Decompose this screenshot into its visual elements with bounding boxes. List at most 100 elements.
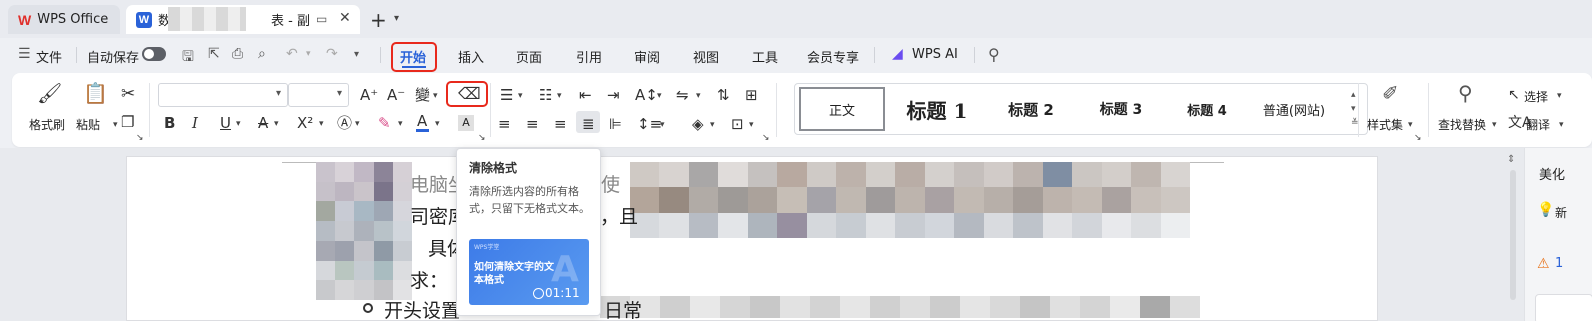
- panel-card[interactable]: [1535, 294, 1592, 321]
- text-effect-dropdown-icon[interactable]: ▾: [355, 119, 360, 129]
- character-shading-icon[interactable]: A: [458, 115, 474, 131]
- style-heading-2[interactable]: 标题 2: [987, 84, 1075, 134]
- tab-wps-home[interactable]: W WPS Office: [8, 5, 120, 34]
- shading-dropdown-icon[interactable]: ▾: [710, 120, 715, 130]
- menu-file[interactable]: 文件: [36, 47, 62, 66]
- increase-font-icon[interactable]: A⁺: [360, 87, 378, 103]
- style-web-normal[interactable]: 普通(网站): [1251, 84, 1337, 134]
- decrease-font-icon[interactable]: A⁻: [387, 87, 405, 103]
- font-launcher-icon[interactable]: ↘: [478, 133, 486, 143]
- bold-icon[interactable]: B: [164, 115, 175, 131]
- window-icon[interactable]: ▭: [316, 12, 327, 26]
- paste-dropdown-icon[interactable]: ▾: [113, 120, 118, 130]
- styles-launcher-icon[interactable]: ↘: [1414, 133, 1422, 143]
- decrease-indent-icon[interactable]: ⇤: [579, 87, 592, 103]
- style-scroll-up-icon[interactable]: ▴: [1351, 90, 1356, 100]
- find-replace-icon[interactable]: ⚲: [1458, 83, 1473, 103]
- shading-icon[interactable]: ◈: [692, 116, 704, 132]
- align-right-icon[interactable]: ≡: [554, 116, 567, 132]
- tab-reference[interactable]: 引用: [576, 47, 602, 66]
- format-painter-icon[interactable]: 🖌: [37, 83, 62, 103]
- text-effect-icon[interactable]: Ⓐ: [337, 115, 352, 131]
- tab-review[interactable]: 审阅: [634, 47, 660, 66]
- select-label[interactable]: 选择: [1524, 88, 1548, 105]
- tab-page[interactable]: 页面: [516, 47, 542, 66]
- style-normal[interactable]: 正文: [799, 87, 885, 131]
- distributed-icon[interactable]: ⊫: [609, 116, 622, 132]
- find-replace-dropdown-icon[interactable]: ▾: [1492, 120, 1497, 130]
- text-direction-icon[interactable]: ⇋: [676, 87, 689, 103]
- cut-icon[interactable]: ✂: [121, 86, 135, 103]
- translate-dropdown-icon[interactable]: ▾: [1559, 120, 1564, 130]
- hamburger-menu-icon[interactable]: ☰: [18, 46, 31, 62]
- search-icon[interactable]: ⚲: [988, 45, 1000, 64]
- superscript-icon[interactable]: X²: [297, 115, 313, 131]
- tab-insert[interactable]: 插入: [458, 47, 484, 66]
- numbering-icon[interactable]: ☷: [539, 87, 552, 103]
- play-icon[interactable]: [533, 288, 544, 299]
- tab-view[interactable]: 视图: [693, 47, 719, 66]
- close-tab-icon[interactable]: ✕: [339, 10, 351, 26]
- text-direction-dropdown-icon[interactable]: ▾: [696, 91, 701, 101]
- tab-member[interactable]: 会员专享: [807, 47, 859, 66]
- font-color-icon[interactable]: A: [417, 113, 427, 129]
- wps-ai-icon[interactable]: ◢: [892, 46, 903, 62]
- undo-dropdown-icon[interactable]: ▾: [306, 49, 311, 59]
- chinese-layout-icon[interactable]: A↕: [635, 87, 658, 103]
- style-set-label[interactable]: 样式集: [1367, 116, 1403, 133]
- phonetic-guide-icon[interactable]: 變: [415, 87, 430, 103]
- font-name-select[interactable]: ▾: [158, 83, 288, 107]
- translate-label[interactable]: 翻译: [1526, 116, 1550, 133]
- ruler-toggle-icon[interactable]: ⇕: [1507, 154, 1515, 165]
- copy-icon[interactable]: ❐: [121, 114, 134, 130]
- style-set-dropdown-icon[interactable]: ▾: [1408, 120, 1413, 130]
- underline-dropdown-icon[interactable]: ▾: [236, 119, 241, 129]
- vertical-scrollbar[interactable]: [1510, 170, 1516, 300]
- warning-count[interactable]: 1: [1555, 256, 1563, 271]
- clipboard-launcher-icon[interactable]: ↘: [136, 133, 144, 143]
- select-icon[interactable]: ↖: [1508, 87, 1520, 103]
- bullets-dropdown-icon[interactable]: ▾: [518, 91, 523, 101]
- sort-icon[interactable]: ⇅: [717, 87, 730, 103]
- phonetic-dropdown-icon[interactable]: ▾: [433, 91, 438, 101]
- export-icon[interactable]: ⇱: [208, 46, 220, 62]
- show-marks-icon[interactable]: ⊞: [745, 87, 758, 103]
- tab-dropdown-chevron-icon[interactable]: ▾: [394, 13, 399, 24]
- quick-access-dropdown-icon[interactable]: ▾: [354, 49, 359, 60]
- strikethrough-icon[interactable]: A: [258, 115, 268, 131]
- numbering-dropdown-icon[interactable]: ▾: [557, 91, 562, 101]
- paragraph-launcher-icon[interactable]: ↘: [762, 133, 770, 143]
- print-preview-icon[interactable]: ⌕: [258, 46, 266, 62]
- font-size-select[interactable]: ▾: [288, 83, 349, 107]
- superscript-dropdown-icon[interactable]: ▾: [319, 119, 324, 129]
- tab-tools[interactable]: 工具: [752, 47, 778, 66]
- new-tab-plus-icon[interactable]: +: [370, 8, 387, 32]
- strike-dropdown-icon[interactable]: ▾: [274, 119, 279, 129]
- borders-dropdown-icon[interactable]: ▾: [749, 120, 754, 130]
- highlight-dropdown-icon[interactable]: ▾: [398, 119, 403, 129]
- panel-new-label[interactable]: 新: [1555, 204, 1567, 221]
- select-dropdown-icon[interactable]: ▾: [1557, 91, 1562, 101]
- italic-icon[interactable]: I: [192, 115, 198, 131]
- style-heading-3[interactable]: 标题 3: [1077, 84, 1165, 134]
- highlight-color-icon[interactable]: ✎: [378, 115, 391, 131]
- style-scroll-down-icon[interactable]: ▾: [1351, 104, 1356, 114]
- format-painter-label[interactable]: 格式刷: [29, 116, 65, 133]
- align-center-icon[interactable]: ≡: [526, 116, 539, 132]
- save-icon[interactable]: 🖫: [182, 46, 194, 70]
- redo-icon[interactable]: ↷: [326, 46, 338, 62]
- bullets-icon[interactable]: ☰: [500, 87, 513, 103]
- line-spacing-icon[interactable]: ↕≡: [637, 116, 662, 132]
- justify-icon[interactable]: ≣: [582, 116, 595, 132]
- style-set-icon[interactable]: ✐: [1382, 83, 1399, 103]
- autosave-toggle[interactable]: [142, 47, 166, 61]
- undo-icon[interactable]: ↶: [286, 46, 298, 62]
- style-heading-4[interactable]: 标题 4: [1167, 84, 1247, 134]
- line-spacing-dropdown-icon[interactable]: ▾: [660, 120, 665, 130]
- find-replace-label[interactable]: 查找替换: [1438, 116, 1486, 133]
- style-heading-1[interactable]: 标题 1: [891, 84, 983, 134]
- print-icon[interactable]: ⎙: [232, 46, 243, 62]
- underline-icon[interactable]: U: [220, 115, 231, 131]
- align-left-icon[interactable]: ≡: [498, 116, 511, 132]
- font-color-dropdown-icon[interactable]: ▾: [435, 119, 440, 129]
